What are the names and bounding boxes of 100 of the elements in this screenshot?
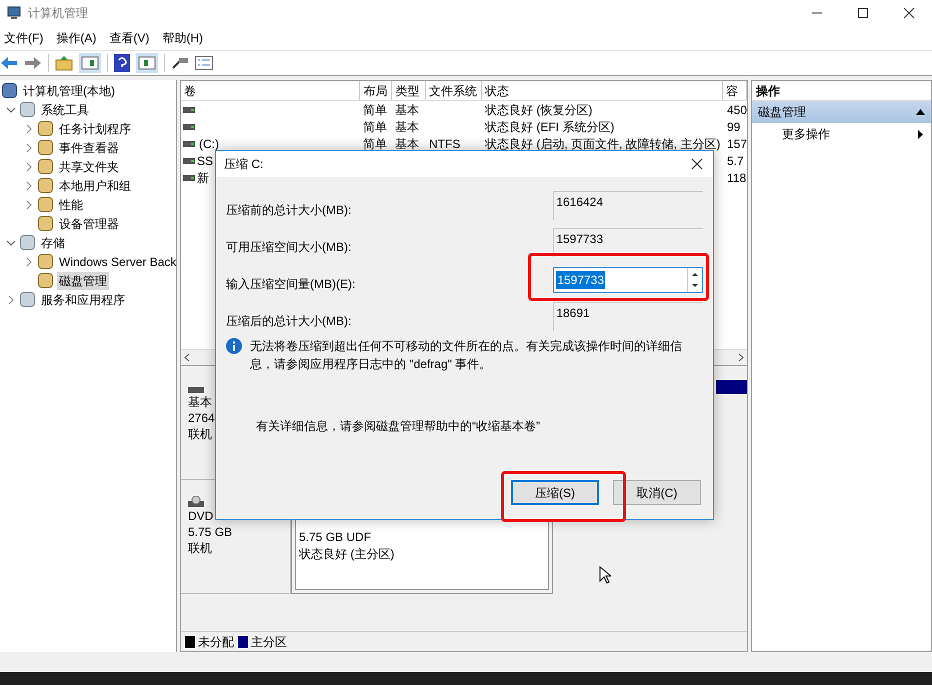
disk-info-text: 联机 <box>188 540 212 556</box>
section-title: 磁盘管理 <box>758 104 806 121</box>
scroll-left-icon[interactable] <box>184 353 190 362</box>
computer-icon <box>6 5 22 21</box>
table-cell-text: 新 <box>197 170 209 186</box>
drive-icon <box>188 496 204 508</box>
menu-item[interactable]: 帮助(H) <box>162 29 203 47</box>
field-value: 1597733 <box>556 270 606 288</box>
disk-info-text: 5.75 GB <box>188 524 232 540</box>
partition-text: 状态良好 (主分区) <box>299 546 396 563</box>
tree-item[interactable]: 性能 <box>57 196 85 214</box>
disk-info-text: DVD <box>188 508 214 524</box>
table-cell-text: 简单 <box>363 102 387 118</box>
tree-node-icon <box>20 292 35 307</box>
chevron-icon[interactable] <box>6 238 16 248</box>
tree-node-icon <box>38 216 53 231</box>
info-text: 无法将卷压缩到超出任何不可移动的文件所在的点。有关完成该操作时间的详细信息，请参阅应用程序日志中的 "defrag" 事件。 <box>250 338 683 373</box>
table-cell-text: 状态良好 (恢复分区) <box>485 102 592 118</box>
table-cell-text: (C:) <box>199 136 219 152</box>
table-cell-text: 157 <box>727 136 748 152</box>
disk-info-text: 联机 <box>188 426 212 442</box>
tree-item[interactable]: 磁盘管理 <box>57 272 109 290</box>
window-title: 计算机管理 <box>28 5 88 22</box>
table-cell-text: NTFS <box>429 136 460 152</box>
field-label: 可用压缩空间大小(MB): <box>226 238 352 256</box>
actions-section[interactable]: 磁盘管理 <box>752 101 931 123</box>
spin-field[interactable]: 1597733 <box>553 266 703 292</box>
tree-item[interactable]: 共享文件夹 <box>57 158 121 176</box>
tree-item[interactable]: 存储 <box>39 234 67 252</box>
readonly-field: 18691 <box>553 302 703 331</box>
table-cell-text: SS <box>197 152 214 170</box>
tree-item[interactable]: 服务和应用程序 <box>39 290 127 308</box>
partition-text: 5.75 GB UDF <box>299 529 372 546</box>
chevron-icon[interactable] <box>6 104 16 114</box>
info-icon <box>226 338 242 354</box>
tree-item[interactable]: 本地用户和组 <box>57 176 133 194</box>
column-header[interactable]: 卷 <box>181 81 360 100</box>
table-cell-text: 基本 <box>395 118 419 136</box>
chevron-icon[interactable] <box>6 294 16 304</box>
chevron-icon[interactable] <box>24 162 34 172</box>
drive-icon <box>183 158 195 164</box>
help-icon[interactable] <box>114 54 130 72</box>
tree-item[interactable]: 计算机管理(本地) <box>21 82 117 100</box>
tree-node-icon <box>20 102 35 117</box>
tree-item[interactable]: 事件查看器 <box>57 138 121 156</box>
table-cell-text: 简单 <box>363 118 387 136</box>
tree-item[interactable]: 任务计划程序 <box>57 120 133 138</box>
table-cell-text: 99 <box>727 118 740 136</box>
disk-info-text: 基本 <box>188 394 212 410</box>
tree-node-icon <box>38 140 53 155</box>
field-label: 压缩前的总计大小(MB): <box>226 202 352 218</box>
tree-node-icon <box>38 197 53 212</box>
action-item[interactable]: 更多操作 <box>782 125 830 143</box>
panel-icon[interactable] <box>136 53 158 73</box>
drive-icon <box>183 124 195 130</box>
close-icon[interactable] <box>691 158 703 170</box>
table-cell-text: 简单 <box>363 136 387 152</box>
tree-item[interactable]: 系统工具 <box>39 100 91 118</box>
list-icon[interactable] <box>195 56 213 70</box>
menu-item[interactable]: 查看(V) <box>109 29 150 47</box>
table-cell-text: 5.7 <box>727 152 744 170</box>
column-header[interactable]: 容 <box>723 81 747 100</box>
table-cell-text: 状态良好 (EFI 系统分区) <box>485 118 614 136</box>
dialog-button[interactable]: 压缩(S) <box>511 480 599 505</box>
field-label: 压缩后的总计大小(MB): <box>226 312 352 330</box>
submenu-arrow-icon <box>918 130 923 138</box>
chevron-icon[interactable] <box>24 142 34 152</box>
column-header[interactable]: 类型 <box>392 81 426 100</box>
column-header[interactable]: 文件系统 <box>426 81 482 100</box>
tree-node-icon <box>38 159 53 174</box>
drive-icon <box>183 140 195 146</box>
scroll-right-icon[interactable] <box>738 353 744 362</box>
collapse-icon[interactable] <box>916 109 925 115</box>
readonly-field: 1616424 <box>553 191 703 220</box>
dialog-button[interactable]: 取消(C) <box>613 480 701 505</box>
tree-node-icon <box>2 83 17 98</box>
column-header[interactable]: 布局 <box>360 81 392 100</box>
panel-icon[interactable] <box>79 53 101 73</box>
chevron-icon[interactable] <box>24 200 34 210</box>
mouse-pointer-icon <box>599 566 611 584</box>
dialog-title: 压缩 C: <box>224 156 264 173</box>
tree-node-icon <box>38 121 53 136</box>
folder-up-icon[interactable] <box>55 55 73 71</box>
help-text: 有关详细信息，请参阅磁盘管理帮助中的“收缩基本卷” <box>256 418 541 435</box>
chevron-icon[interactable] <box>24 180 34 190</box>
tree-node-icon <box>38 273 53 288</box>
chevron-icon[interactable] <box>24 124 34 134</box>
table-cell-text: 118 <box>727 170 746 186</box>
chevron-icon[interactable] <box>24 256 34 266</box>
table-cell-text: 基本 <box>395 136 419 152</box>
tree-item[interactable]: 设备管理器 <box>57 214 121 232</box>
back-arrow-icon[interactable] <box>0 56 18 70</box>
column-header[interactable]: 状态 <box>482 81 724 100</box>
drive-icon <box>183 174 195 180</box>
menu-item[interactable]: 文件(F) <box>4 29 44 47</box>
connect-icon[interactable] <box>171 56 189 70</box>
tree-node-icon <box>20 235 35 250</box>
forward-arrow-icon[interactable] <box>24 56 42 70</box>
readonly-field: 1597733 <box>553 228 703 257</box>
menu-item[interactable]: 操作(A) <box>56 29 96 47</box>
